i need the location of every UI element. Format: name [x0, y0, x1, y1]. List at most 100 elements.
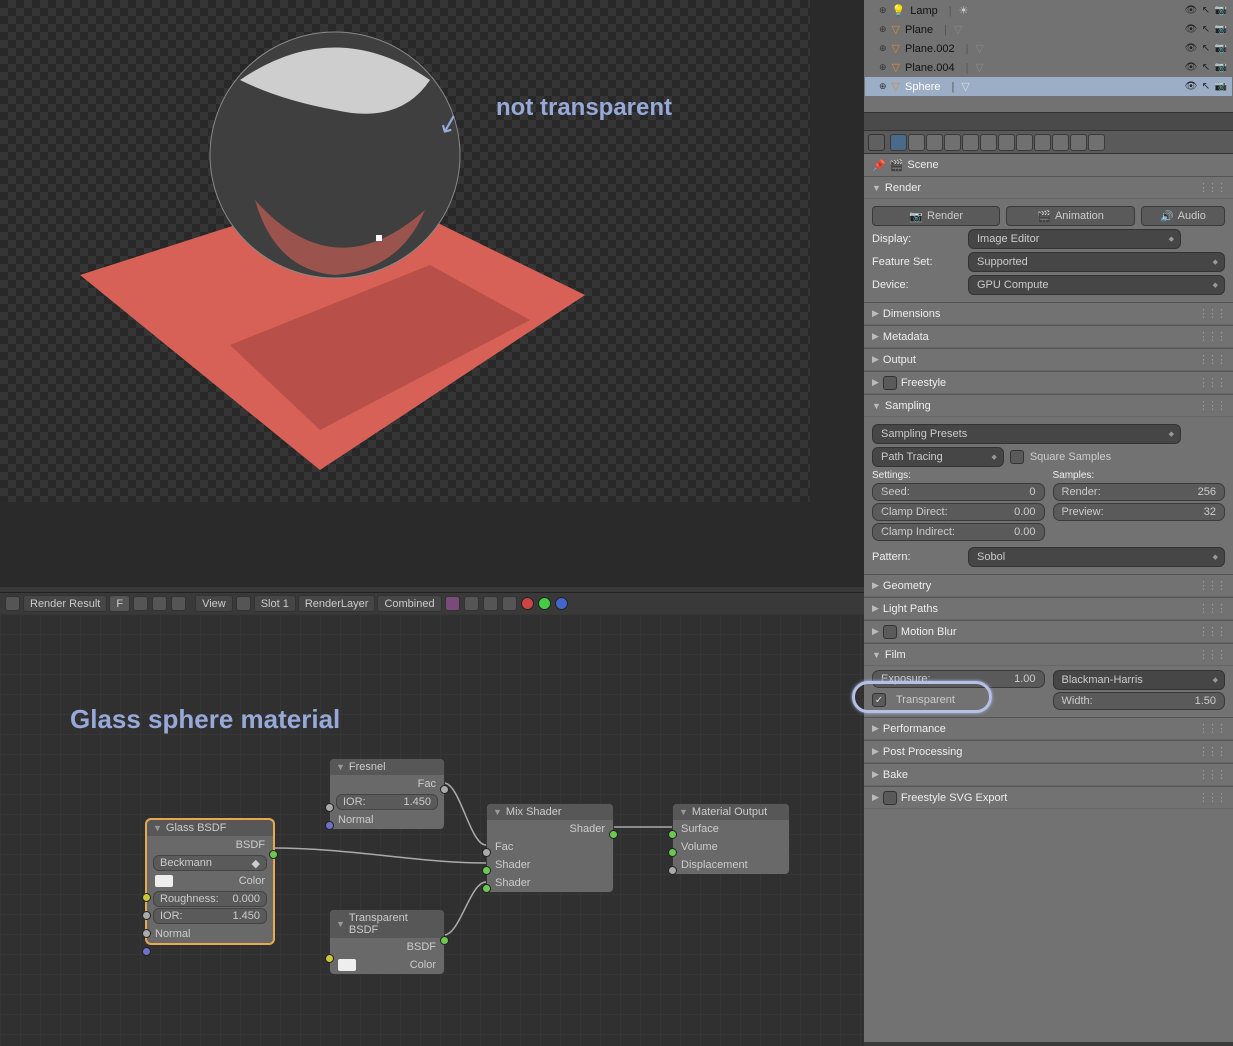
- channel-z-icon[interactable]: [502, 596, 517, 611]
- outliner-item-lamp[interactable]: ⊕ 💡 Lamp | ☀ 👁↖📷: [865, 1, 1232, 20]
- audio-button[interactable]: 🔊Audio: [1141, 206, 1225, 226]
- pivot-icon[interactable]: [236, 596, 251, 611]
- eye-icon[interactable]: 👁: [1184, 42, 1198, 56]
- collapse-icon[interactable]: ▼: [493, 807, 502, 817]
- tab-constraints[interactable]: [980, 134, 997, 151]
- socket-fac-out[interactable]: [440, 785, 449, 794]
- panel-header-motionblur[interactable]: ▶Motion Blur⋮⋮⋮: [864, 621, 1233, 643]
- square-samples-checkbox[interactable]: [1010, 450, 1024, 464]
- socket-ior-in[interactable]: [325, 803, 334, 812]
- eye-icon[interactable]: 👁: [1184, 23, 1198, 37]
- socket-displacement-in[interactable]: [668, 866, 677, 875]
- panel-header-render[interactable]: ▼Render⋮⋮⋮: [864, 177, 1233, 199]
- color-swatch[interactable]: [338, 959, 356, 971]
- ior-field[interactable]: IOR:1.450: [153, 908, 267, 924]
- expand-icon[interactable]: ⊕: [879, 81, 887, 92]
- node-fresnel[interactable]: ▼Fresnel Fac IOR:1.450 Normal: [329, 758, 445, 830]
- cursor-icon[interactable]: ↖: [1199, 80, 1213, 94]
- panel-header-sampling[interactable]: ▼Sampling⋮⋮⋮: [864, 395, 1233, 417]
- channel-b-icon[interactable]: [555, 597, 568, 610]
- editor-type-icon[interactable]: [868, 115, 882, 129]
- roughness-field[interactable]: Roughness:0.000: [153, 891, 267, 907]
- display-dropdown[interactable]: Image Editor: [968, 229, 1181, 249]
- pixel-filter-dropdown[interactable]: Blackman-Harris: [1053, 670, 1226, 690]
- ior-field[interactable]: IOR:1.450: [336, 794, 438, 810]
- slot-select[interactable]: Slot 1: [254, 595, 296, 612]
- node-material-output[interactable]: ▼Material Output Surface Volume Displace…: [672, 803, 790, 875]
- outliner-item-sphere[interactable]: ⊕ ▽ Sphere | ▽ 👁↖📷: [865, 77, 1232, 96]
- tab-world[interactable]: [944, 134, 961, 151]
- node-glass-bsdf[interactable]: ▼Glass BSDF BSDF Beckmann◆ Color Roughne…: [146, 819, 274, 944]
- socket-shader-out[interactable]: [609, 830, 618, 839]
- expand-icon[interactable]: ⊕: [879, 5, 887, 16]
- fake-user-btn[interactable]: F: [109, 595, 130, 612]
- camera-icon[interactable]: 📷: [1214, 61, 1228, 75]
- preview-samples-field[interactable]: Preview:32: [1053, 503, 1226, 521]
- panel-header-postprocessing[interactable]: ▶Post Processing⋮⋮⋮: [864, 741, 1233, 763]
- integrator-dropdown[interactable]: Path Tracing: [872, 447, 1004, 467]
- tab-particles[interactable]: [1070, 134, 1087, 151]
- editor-type-icon[interactable]: [5, 596, 20, 611]
- cursor-icon[interactable]: ↖: [1199, 4, 1213, 18]
- animation-button[interactable]: 🎬Animation: [1006, 206, 1134, 226]
- socket-fac-in[interactable]: [482, 848, 491, 857]
- outliner-item-plane002[interactable]: ⊕ ▽ Plane.002 | ▽ 👁↖📷: [865, 39, 1232, 58]
- lock-icon[interactable]: [1187, 231, 1203, 247]
- tab-scene[interactable]: [926, 134, 943, 151]
- pattern-dropdown[interactable]: Sobol: [968, 547, 1225, 567]
- outliner-item-plane004[interactable]: ⊕ ▽ Plane.004 | ▽ 👁↖📷: [865, 58, 1232, 77]
- eye-icon[interactable]: 👁: [1184, 80, 1198, 94]
- camera-icon[interactable]: 📷: [1214, 42, 1228, 56]
- panel-header-output[interactable]: ▶Output⋮⋮⋮: [864, 349, 1233, 371]
- clamp-direct-field[interactable]: Clamp Direct:0.00: [872, 503, 1045, 521]
- panel-header-svg-export[interactable]: ▶Freestyle SVG Export⋮⋮⋮: [864, 787, 1233, 809]
- add-preset-icon[interactable]: [1187, 426, 1203, 442]
- panel-header-dimensions[interactable]: ▶Dimensions⋮⋮⋮: [864, 303, 1233, 325]
- panel-header-freestyle[interactable]: ▶Freestyle⋮⋮⋮: [864, 372, 1233, 394]
- expand-icon[interactable]: ⊕: [879, 43, 887, 54]
- remove-preset-icon[interactable]: [1209, 426, 1225, 442]
- socket-color-in[interactable]: [325, 954, 334, 963]
- eye-icon[interactable]: 👁: [1184, 61, 1198, 75]
- cursor-icon[interactable]: ↖: [1199, 23, 1213, 37]
- outliner[interactable]: ⊕ 💡 Lamp | ☀ 👁↖📷 ⊕ ▽ Plane | ▽ 👁↖📷 ⊕ ▽ P…: [864, 0, 1233, 112]
- tab-object[interactable]: [962, 134, 979, 151]
- tab-physics[interactable]: [1088, 134, 1105, 151]
- socket-color-in[interactable]: [142, 893, 151, 902]
- panel-header-film[interactable]: ▼Film⋮⋮⋮: [864, 644, 1233, 666]
- image-datablock[interactable]: Render Result: [23, 595, 107, 612]
- render-samples-field[interactable]: Render:256: [1053, 483, 1226, 501]
- channel-rgb-icon[interactable]: [464, 596, 479, 611]
- camera-icon[interactable]: 📷: [1214, 23, 1228, 37]
- collapse-icon[interactable]: ▼: [336, 919, 345, 929]
- unlink-icon[interactable]: [152, 596, 167, 611]
- tab-texture[interactable]: [1052, 134, 1069, 151]
- transparent-checkbox[interactable]: [872, 693, 886, 707]
- tab-modifiers[interactable]: [998, 134, 1015, 151]
- pass-select[interactable]: Combined: [377, 595, 441, 612]
- render-button[interactable]: 📷Render: [872, 206, 1000, 226]
- sampling-presets-dropdown[interactable]: Sampling Presets: [872, 424, 1181, 444]
- tab-render[interactable]: [890, 134, 907, 151]
- layer-select[interactable]: RenderLayer: [298, 595, 376, 612]
- panel-header-lightpaths[interactable]: ▶Light Paths⋮⋮⋮: [864, 598, 1233, 620]
- viewport-3d[interactable]: not transparent ↙: [0, 0, 864, 587]
- filter-icon[interactable]: [1215, 115, 1229, 129]
- freestyle-checkbox[interactable]: [883, 376, 897, 390]
- eye-icon[interactable]: 👁: [1184, 4, 1198, 18]
- socket-normal-in[interactable]: [142, 947, 151, 956]
- socket-surface-in[interactable]: [668, 830, 677, 839]
- expand-icon[interactable]: ⊕: [879, 24, 887, 35]
- add-image-icon[interactable]: [133, 596, 148, 611]
- tab-data[interactable]: [1016, 134, 1033, 151]
- collapse-icon[interactable]: ▼: [679, 807, 688, 817]
- pin-icon[interactable]: 📌: [872, 159, 886, 172]
- socket-normal-in[interactable]: [325, 821, 334, 830]
- socket-roughness-in[interactable]: [142, 911, 151, 920]
- camera-icon[interactable]: 📷: [1214, 4, 1228, 18]
- panel-header-performance[interactable]: ▶Performance⋮⋮⋮: [864, 718, 1233, 740]
- camera-icon[interactable]: [1209, 231, 1225, 247]
- expand-icon[interactable]: ⊕: [879, 62, 887, 73]
- panel-header-bake[interactable]: ▶Bake⋮⋮⋮: [864, 764, 1233, 786]
- distribution-dropdown[interactable]: Beckmann◆: [153, 855, 267, 871]
